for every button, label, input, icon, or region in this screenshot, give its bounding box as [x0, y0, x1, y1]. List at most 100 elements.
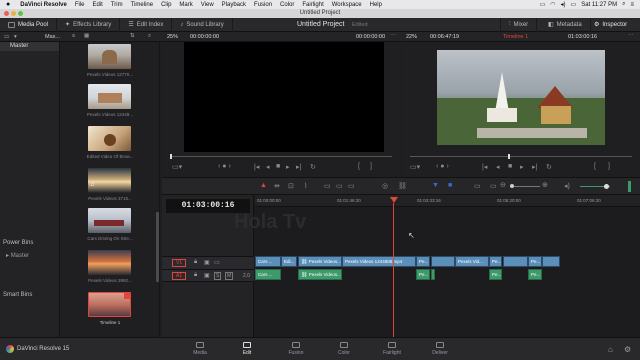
- zoom-window-button[interactable]: [18, 11, 23, 16]
- page-media-tab[interactable]: Media: [175, 340, 225, 356]
- play-icon[interactable]: ▸: [286, 163, 290, 171]
- snapping-icon[interactable]: ◎: [382, 182, 388, 190]
- sort-icon[interactable]: ⇅: [130, 33, 135, 39]
- menu-color[interactable]: Color: [276, 2, 298, 8]
- menu-clip[interactable]: Clip: [157, 2, 175, 8]
- flag-icon[interactable]: ▼: [432, 182, 439, 189]
- loop-icon[interactable]: ↻: [546, 163, 552, 171]
- program-scrubber-track[interactable]: [410, 156, 632, 157]
- mixer-button[interactable]: ⫶ Mixer: [500, 17, 538, 32]
- page-fusion-tab[interactable]: Fusion: [271, 340, 321, 356]
- menu-workspace[interactable]: Workspace: [328, 2, 366, 8]
- timeline-playhead-handle[interactable]: [390, 197, 398, 203]
- menu-mark[interactable]: Mark: [175, 2, 196, 8]
- menu-help[interactable]: Help: [366, 2, 386, 8]
- volume-slider-handle[interactable]: [604, 184, 609, 189]
- video-clip[interactable]: Pe...: [489, 256, 502, 267]
- play-reverse-icon[interactable]: ◂: [496, 163, 500, 171]
- grid-view-icon[interactable]: ▦: [84, 33, 89, 39]
- clip-thumbnail[interactable]: [88, 208, 131, 233]
- audio-clip[interactable]: [431, 269, 435, 280]
- menu-edit[interactable]: Edit: [89, 2, 107, 8]
- menu-app-name[interactable]: DaVinci Resolve: [16, 2, 71, 8]
- audio-clip[interactable]: ⛓ Pexels Videos...: [298, 269, 342, 280]
- clip-thumbnail[interactable]: [88, 84, 131, 109]
- lock-icon[interactable]: 🔒︎: [194, 259, 197, 266]
- stop-icon[interactable]: ■: [276, 163, 280, 170]
- close-window-button[interactable]: [4, 11, 9, 16]
- volume-icon[interactable]: ◂): [564, 182, 570, 190]
- video-clip[interactable]: [542, 256, 560, 267]
- auto-select-icon[interactable]: ▣: [204, 272, 210, 279]
- media-pool-scrollbar[interactable]: [156, 212, 159, 282]
- timeline-playhead-line[interactable]: [393, 203, 394, 337]
- source-scrubber-track[interactable]: [170, 156, 392, 157]
- source-zoom[interactable]: 25%: [167, 34, 178, 40]
- go-to-end-icon[interactable]: ▸|: [532, 163, 537, 171]
- program-playhead[interactable]: [508, 154, 510, 159]
- clip-thumbnail[interactable]: [88, 126, 131, 151]
- video-clip[interactable]: Pe...: [416, 256, 430, 267]
- mute-button[interactable]: M: [225, 272, 234, 280]
- insert-clip-icon[interactable]: ▭: [324, 182, 331, 190]
- mark-in-icon[interactable]: [: [594, 163, 596, 170]
- search-icon[interactable]: ⌕: [148, 33, 151, 40]
- zoom-in-icon[interactable]: ⊕: [542, 181, 548, 189]
- video-clip[interactable]: ⛓ Pexels Videos...: [298, 256, 342, 267]
- airplay-icon[interactable]: ▭: [540, 1, 546, 8]
- replace-clip-icon[interactable]: ▭: [348, 182, 355, 190]
- jog-wheel-icon[interactable]: ‹ ● ›: [218, 163, 231, 170]
- search-icon[interactable]: ⌕: [622, 1, 625, 8]
- source-playhead[interactable]: [170, 154, 172, 159]
- video-clip[interactable]: Pexels Vid...: [455, 256, 489, 267]
- menu-timeline[interactable]: Timeline: [127, 2, 157, 8]
- blade-tool-icon[interactable]: ⌇: [304, 182, 307, 190]
- menu-playback[interactable]: Playback: [218, 2, 250, 8]
- dynamic-trim-icon[interactable]: ⊡: [288, 182, 294, 190]
- video-enable-icon[interactable]: ▭: [214, 259, 220, 266]
- video-clip[interactable]: Cars ...: [255, 256, 281, 267]
- chevron-down-icon[interactable]: ▾: [14, 34, 17, 40]
- inspector-button[interactable]: ⚙ Inspector: [586, 18, 635, 32]
- trim-tool-icon[interactable]: ⇹: [274, 182, 280, 190]
- video-clip[interactable]: Edi...: [281, 256, 297, 267]
- go-to-end-icon[interactable]: ▸|: [296, 163, 301, 171]
- page-color-tab[interactable]: Color: [319, 340, 369, 356]
- list-view-icon[interactable]: ≡: [72, 33, 75, 39]
- source-options-icon[interactable]: ⋯: [391, 33, 397, 39]
- bin-master[interactable]: Master: [0, 42, 59, 51]
- sound-library-button[interactable]: ♪ Sound Library: [172, 17, 233, 32]
- audio-clip[interactable]: Pe...: [416, 269, 430, 280]
- track-label-a1[interactable]: A1: [172, 272, 187, 280]
- selection-tool-icon[interactable]: ▲: [260, 182, 267, 189]
- program-viewer-frame[interactable]: [437, 50, 605, 145]
- page-deliver-tab[interactable]: Deliver: [415, 340, 465, 356]
- menu-trim[interactable]: Trim: [107, 2, 127, 8]
- menu-view[interactable]: View: [197, 2, 218, 8]
- mark-out-icon[interactable]: ]: [370, 163, 372, 170]
- detail-zoom-icon[interactable]: ▭: [490, 182, 497, 190]
- clip-thumbnail[interactable]: ♫: [88, 168, 131, 193]
- loop-icon[interactable]: ↻: [310, 163, 316, 171]
- audio-clip[interactable]: Pe...: [528, 269, 542, 280]
- go-to-start-icon[interactable]: |◂: [482, 163, 487, 171]
- video-clip[interactable]: Pe...: [528, 256, 542, 267]
- auto-select-icon[interactable]: ▣: [204, 259, 210, 266]
- program-zoom[interactable]: 22%: [406, 34, 417, 40]
- timeline-selector[interactable]: Timeline 1: [503, 34, 528, 40]
- menu-fusion[interactable]: Fusion: [250, 2, 276, 8]
- power-bin-master[interactable]: ▸ Master: [6, 252, 29, 259]
- minimize-window-button[interactable]: [11, 11, 16, 16]
- home-icon[interactable]: ⌂: [608, 345, 613, 354]
- effects-library-button[interactable]: ✦ Effects Library: [57, 17, 121, 32]
- wifi-icon[interactable]: ◠: [550, 1, 555, 8]
- program-options-icon[interactable]: ⋯: [628, 33, 634, 39]
- page-fairlight-tab[interactable]: Fairlight: [367, 340, 417, 356]
- program-view-mode-icon[interactable]: ▭▾: [410, 163, 420, 171]
- page-edit-tab[interactable]: Edit: [222, 340, 272, 356]
- mark-in-icon[interactable]: [: [358, 163, 360, 170]
- marker-icon[interactable]: ■: [448, 182, 452, 189]
- settings-gear-icon[interactable]: ⚙: [624, 345, 631, 354]
- audio-clip[interactable]: Pe...: [489, 269, 502, 280]
- source-view-mode-icon[interactable]: ▭▾: [172, 163, 182, 171]
